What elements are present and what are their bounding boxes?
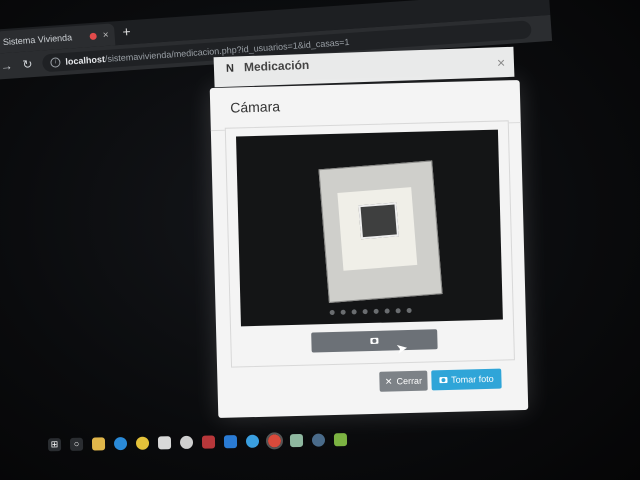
take-photo-button-label: Tomar foto [451,373,494,385]
captured-taskbar-dot [373,308,379,314]
notes-icon[interactable] [289,433,304,447]
reload-icon[interactable]: ↻ [22,57,33,72]
chrome-active-icon[interactable] [265,431,284,450]
windows-start-icon[interactable]: ⊞ [47,437,62,451]
captured-taskbar-dot [406,307,412,314]
info-icon[interactable]: i [50,57,61,68]
capture-button[interactable] [311,329,438,353]
camera-icon [439,376,448,384]
settings-app-icon[interactable] [311,433,326,447]
captured-taskbar-dot [351,309,357,315]
close-button[interactable]: ✕ Cerrar [379,370,428,392]
mouse-cursor-icon: ➤ [394,339,409,357]
close-x-icon: ✕ [384,375,393,387]
camera-panel [224,120,515,368]
captured-taskbar-dot [340,309,346,315]
take-photo-button[interactable]: Tomar foto [431,368,502,391]
close-button-label: Cerrar [396,375,423,387]
modal-title: Cámara [230,98,281,116]
back-arrow-icon[interactable]: → [0,59,13,74]
captured-taskbar-dot [362,309,368,315]
logo-icon: N [225,62,235,75]
file-explorer-icon[interactable] [91,436,106,451]
chrome-icon[interactable] [135,436,150,450]
files-icon[interactable] [157,435,172,449]
modal-close-icon[interactable]: × [497,54,506,70]
tab-close-icon[interactable]: × [102,29,109,40]
app-blue-icon[interactable] [245,434,260,448]
camera-icon [370,337,379,344]
android-icon[interactable] [333,432,348,446]
camera-modal: Cámara × ✕ Cerrar Tomar foto [209,54,529,419]
background-modal-title: Medicación [243,57,310,75]
search-icon[interactable]: ○ [69,437,84,451]
app-red-icon[interactable] [201,434,216,449]
edge-icon[interactable] [113,436,128,450]
url-host: localhost [65,54,106,67]
camera-preview [236,129,503,327]
recording-dot-icon [89,32,98,40]
app-icon[interactable] [179,435,194,449]
captured-taskbar-dot [329,309,335,316]
captured-taskbar-dot [384,308,390,314]
captured-taskbar [271,306,471,317]
captured-taskbar-dot [395,308,401,314]
new-tab-button[interactable]: + [122,23,131,40]
vscode-icon[interactable] [223,434,238,448]
captured-window [318,160,443,303]
captured-window-inner [337,187,418,271]
captured-window-core [358,202,399,240]
tab-title: Sistema Vivienda [2,32,73,48]
